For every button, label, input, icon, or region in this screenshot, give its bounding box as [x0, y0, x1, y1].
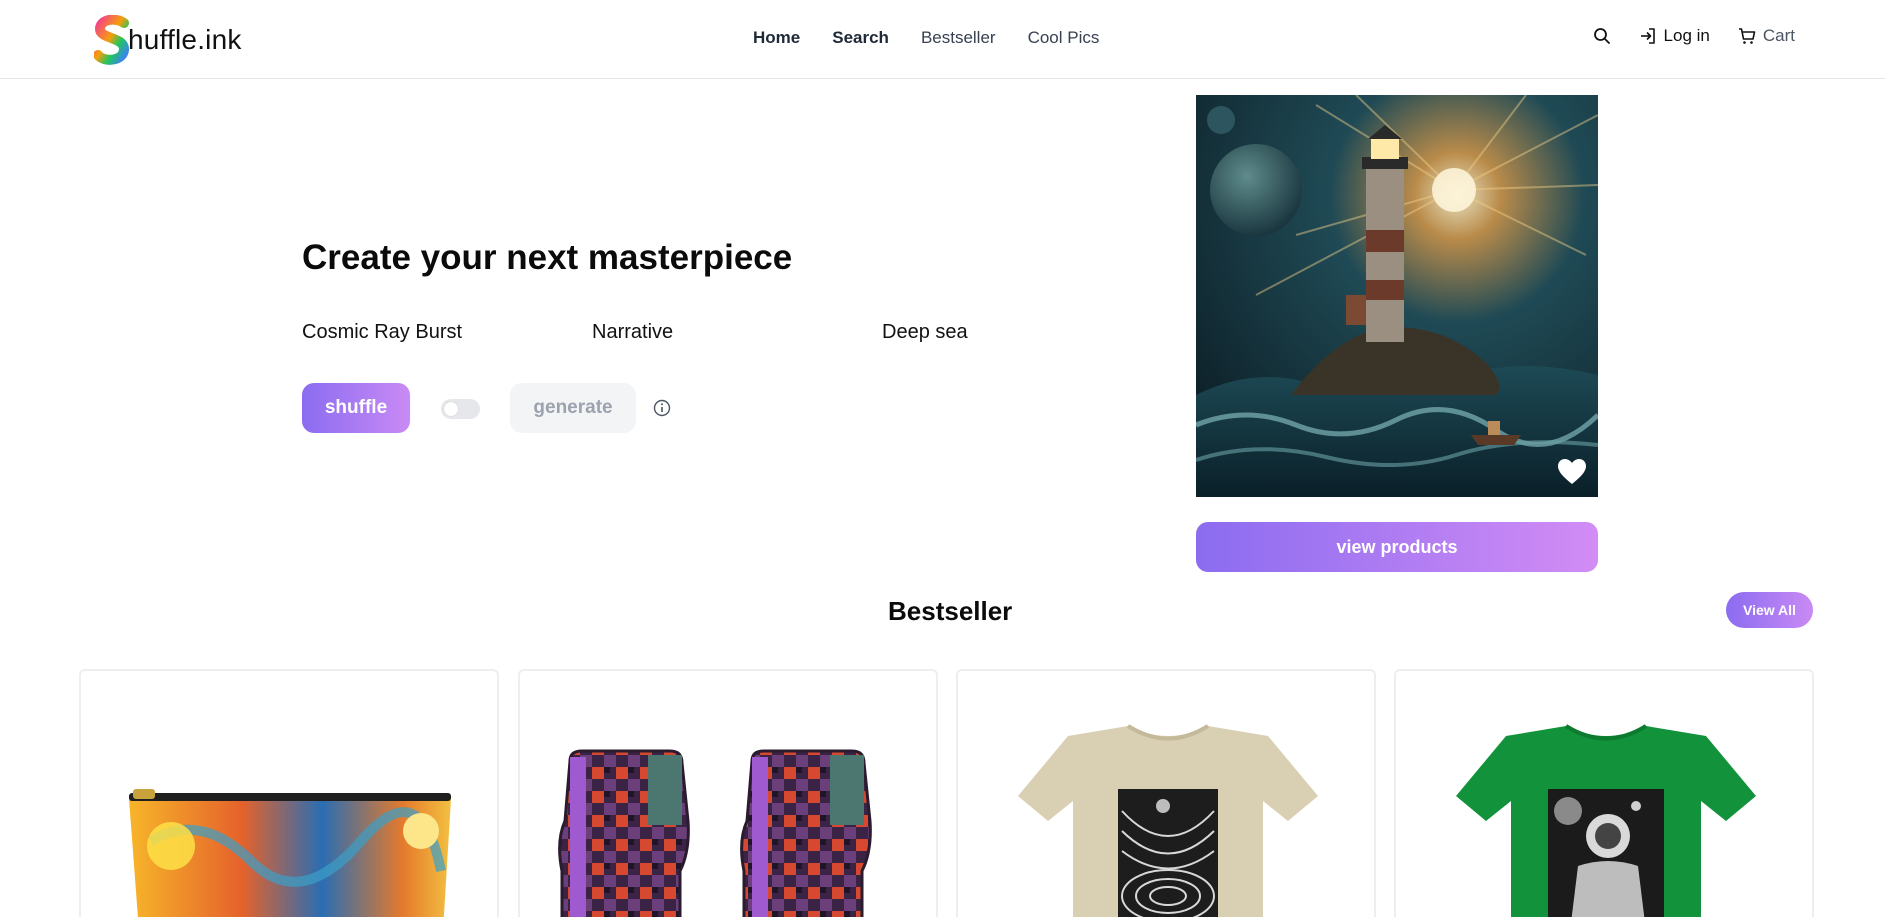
- nav-search[interactable]: Search: [832, 28, 889, 48]
- cart-button[interactable]: Cart: [1738, 26, 1795, 46]
- tshirt-green-product-image: [1456, 724, 1756, 917]
- nav-home[interactable]: Home: [753, 28, 800, 48]
- pouch-product-image: [129, 789, 451, 917]
- mode-toggle[interactable]: [441, 399, 480, 419]
- shuffle-button[interactable]: shuffle: [302, 383, 410, 433]
- keyword-3: Deep sea: [882, 321, 968, 343]
- keyword-1: Cosmic Ray Burst: [302, 321, 463, 343]
- nav-bestseller[interactable]: Bestseller: [921, 28, 996, 48]
- product-card[interactable]: [518, 669, 938, 917]
- site-header: huffle.ink Home Search Bestseller Cool P…: [0, 0, 1885, 79]
- search-button[interactable]: [1593, 27, 1611, 45]
- main-nav: Home Search Bestseller Cool Pics: [753, 28, 1131, 48]
- logo-mark-icon: [94, 15, 130, 65]
- heart-icon: [1558, 459, 1586, 484]
- product-card[interactable]: [1394, 669, 1814, 917]
- generated-artwork: [1196, 95, 1598, 497]
- generate-button[interactable]: generate: [510, 383, 636, 433]
- view-products-button[interactable]: view products: [1196, 522, 1598, 572]
- search-icon: [1593, 28, 1610, 44]
- login-label: Log in: [1663, 26, 1710, 45]
- section-title-bestseller: Bestseller: [888, 596, 1013, 626]
- toggle-knob: [444, 402, 458, 416]
- cart-icon: [1738, 28, 1756, 44]
- login-button[interactable]: Log in: [1639, 26, 1710, 46]
- favorite-button[interactable]: [1558, 459, 1586, 490]
- cart-label: Cart: [1762, 26, 1795, 45]
- info-icon: [653, 399, 671, 417]
- lighthouse-artwork-image: [1196, 95, 1598, 497]
- keyword-2: Narrative: [592, 321, 674, 343]
- tshirt-beige-product-image: [1018, 724, 1318, 917]
- nav-cool-pics[interactable]: Cool Pics: [1028, 28, 1100, 48]
- car-mats-product-image: [558, 749, 872, 917]
- product-card[interactable]: [79, 669, 499, 917]
- product-card[interactable]: [956, 669, 1376, 917]
- hero-title: Create your next masterpiece: [302, 238, 793, 277]
- brand-logo[interactable]: huffle.ink: [94, 14, 242, 66]
- brand-name: huffle.ink: [128, 24, 242, 55]
- info-button[interactable]: [653, 399, 671, 422]
- view-all-button[interactable]: View All: [1726, 592, 1813, 628]
- login-icon: [1640, 28, 1655, 44]
- header-actions: Log in Cart: [1565, 26, 1795, 46]
